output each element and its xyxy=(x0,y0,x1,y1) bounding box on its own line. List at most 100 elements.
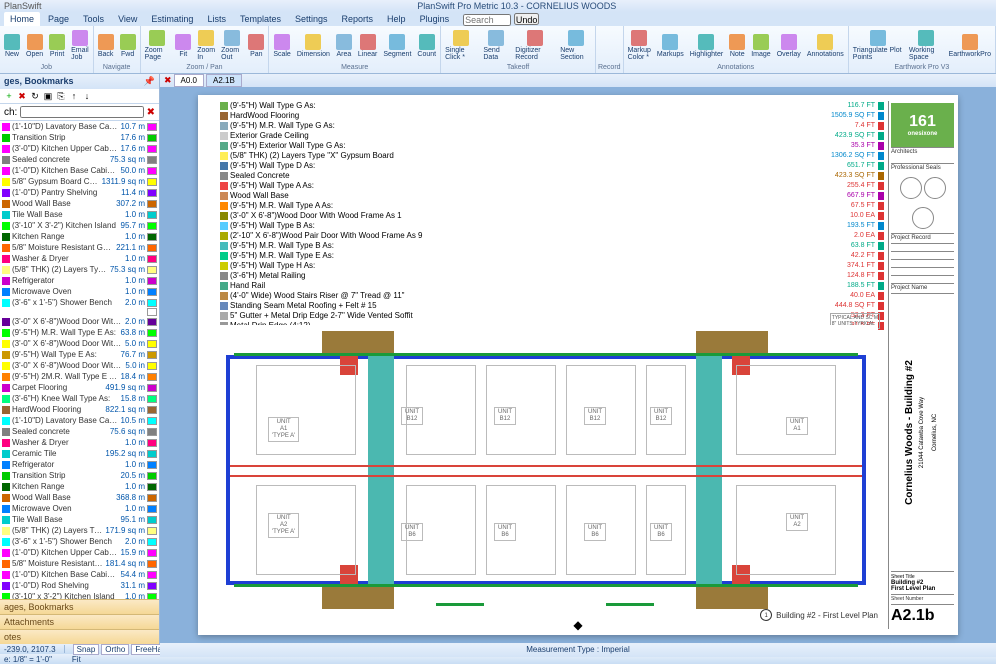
delete-icon[interactable]: ✖ xyxy=(17,91,27,101)
list-item[interactable]: Tile Wall Base1.0 m xyxy=(0,209,159,220)
list-item[interactable]: 5/8" Gypsum Board Ceiling1311.9 sq m xyxy=(0,176,159,187)
ribbon-print-button[interactable]: Print xyxy=(47,33,67,59)
list-item[interactable]: Kitchen Range1.0 m xyxy=(0,231,159,242)
add-icon[interactable]: + xyxy=(4,91,14,101)
list-item[interactable]: (3'-6"H) Knee Wall Type As:15.8 m xyxy=(0,393,159,404)
canvas[interactable]: 36.00 x 24.00 (9'-5"H) Wall Type G As:Ha… xyxy=(160,87,996,643)
ribbon-zoom-out-button[interactable]: Zoom Out xyxy=(219,29,244,62)
page-tab-A2.1B[interactable]: A2.1B xyxy=(206,74,242,87)
ribbon-area-button[interactable]: Area xyxy=(334,33,354,59)
ribbon-tab-view[interactable]: View xyxy=(112,12,143,26)
ribbon-count-button[interactable]: Count xyxy=(415,33,438,59)
side-tab-otes[interactable]: otes xyxy=(0,629,159,644)
snap-snap-button[interactable]: Snap xyxy=(73,644,100,655)
list-item[interactable]: (3'-10" X 3'-2") Kitchen Island95.7 m xyxy=(0,220,159,231)
ribbon-pan-button[interactable]: Pan xyxy=(246,33,266,59)
page-tab-A0.0[interactable]: A0.0 xyxy=(174,74,204,87)
list-item[interactable]: Ceramic Tile195.2 sq m xyxy=(0,448,159,459)
ribbon-email-job-button[interactable]: Email Job xyxy=(69,29,91,62)
list-item[interactable]: (1'-10"D) Lavatory Base Cabinet ...10.5 … xyxy=(0,415,159,426)
list-item[interactable]: Microwave Oven1.0 m xyxy=(0,503,159,514)
list-item[interactable]: Refrigerator1.0 m xyxy=(0,459,159,470)
ribbon-zoom-in-button[interactable]: Zoom In xyxy=(195,29,217,62)
ribbon-single-click--button[interactable]: Single Click * xyxy=(443,29,479,62)
list-item[interactable]: Washer & Dryer1.0 m xyxy=(0,437,159,448)
ribbon-new-section-button[interactable]: New Section xyxy=(558,29,593,62)
list-item[interactable]: Carpet Flooring491.9 sq m xyxy=(0,382,159,393)
list-item[interactable]: (3'-10" x 3'-2") Kitchen Island1.0 m xyxy=(0,591,159,599)
tab-close-icon[interactable]: ✖ xyxy=(164,75,172,86)
list-item[interactable]: (1'-0"D) Rod Shelving31.1 m xyxy=(0,580,159,591)
ribbon-back-button[interactable]: Back xyxy=(96,33,116,59)
ribbon-scale-button[interactable]: Scale xyxy=(271,33,293,59)
list-item[interactable]: (5/8" THK) (2) Layers Type "X"...75.3 sq… xyxy=(0,264,159,275)
ribbon-annotations-button[interactable]: Annotations xyxy=(805,33,846,59)
ribbon-digitizer-record-button[interactable]: Digitizer Record xyxy=(513,29,556,62)
undo-button[interactable]: Undo xyxy=(514,13,540,25)
list-item[interactable]: Wood Wall Base307.2 m xyxy=(0,198,159,209)
side-tab-ages-bookmarks[interactable]: ages, Bookmarks xyxy=(0,599,159,614)
ribbon-highlighter-button[interactable]: Highlighter xyxy=(688,33,725,59)
ribbon-markup-color--button[interactable]: Markup Color * xyxy=(626,29,653,62)
pin-icon[interactable]: 📌 xyxy=(144,76,155,87)
ribbon-triangulate-plot-points-button[interactable]: Triangulate Plot Points xyxy=(851,29,905,62)
list-item[interactable]: Wood Wall Base368.8 m xyxy=(0,492,159,503)
sidebar-list[interactable]: (1'-10"D) Lavatory Base Cabinet ...10.7 … xyxy=(0,121,159,599)
list-item[interactable]: (9'-5"H) M.R. Wall Type E As:63.8 m xyxy=(0,327,159,338)
ribbon-tab-estimating[interactable]: Estimating xyxy=(145,12,199,26)
list-item[interactable]: Transition Strip20.5 m xyxy=(0,470,159,481)
list-item[interactable]: (1'-10"D) Lavatory Base Cabinet ...10.7 … xyxy=(0,121,159,132)
ribbon-image-button[interactable]: Image xyxy=(749,33,772,59)
ribbon-open-button[interactable]: Open xyxy=(24,33,45,59)
ribbon-search-input[interactable] xyxy=(463,14,511,26)
list-item[interactable]: Kitchen Range1.0 m xyxy=(0,481,159,492)
ribbon-tab-home[interactable]: Home xyxy=(4,12,40,26)
ribbon-earthworkpro-button[interactable]: EarthworkPro xyxy=(947,33,993,59)
list-item[interactable]: (1'-0"D) Kitchen Upper Cabinet15.9 m xyxy=(0,547,159,558)
refresh-icon[interactable]: ↻ xyxy=(30,91,40,101)
list-item[interactable]: (3'-0" X 6'-8")Wood Door With Wo...2.0 m xyxy=(0,316,159,327)
ribbon-note-button[interactable]: Note xyxy=(727,33,747,59)
expand-icon[interactable]: ▣ xyxy=(43,91,53,101)
list-item[interactable]: 5/8" Moisture Resistant Gyps...221.1 m xyxy=(0,242,159,253)
ribbon-new-button[interactable]: New xyxy=(2,33,22,59)
ribbon-fwd-button[interactable]: Fwd xyxy=(118,33,138,59)
list-item[interactable]: (5/8" THK) (2) Layers Type "X"...171.9 s… xyxy=(0,525,159,536)
list-item[interactable]: HardWood Flooring822.1 sq m xyxy=(0,404,159,415)
ribbon-working-space-button[interactable]: Working Space xyxy=(907,29,945,62)
list-item[interactable]: (3'-6" x 1'-5") Shower Bench2.0 m xyxy=(0,536,159,547)
ribbon-linear-button[interactable]: Linear xyxy=(356,33,379,59)
ribbon-overlay-button[interactable]: Overlay xyxy=(775,33,803,59)
ribbon-tab-page[interactable]: Page xyxy=(42,12,75,26)
ribbon-tab-plugins[interactable]: Plugins xyxy=(414,12,456,26)
ribbon-tab-tools[interactable]: Tools xyxy=(77,12,110,26)
clear-icon[interactable]: ✖ xyxy=(147,107,155,118)
ribbon-fit-button[interactable]: Fit xyxy=(173,33,193,59)
sidebar-search-input[interactable] xyxy=(20,106,143,118)
list-item[interactable]: (3'-0"D) Kitchen Upper Cabinet17.6 m xyxy=(0,143,159,154)
list-item[interactable]: Sealed concrete75.3 sq m xyxy=(0,154,159,165)
list-item[interactable]: (3'-0" X 6'-8")Wood Door With Wo...5.0 m xyxy=(0,338,159,349)
ribbon-tab-settings[interactable]: Settings xyxy=(289,12,334,26)
list-item[interactable]: (1'-0"D) Pantry Shelving11.4 m xyxy=(0,187,159,198)
list-item[interactable]: (3'-0" X 6'-8")Wood Door With Wo...5.0 i… xyxy=(0,360,159,371)
list-item[interactable]: (9'-5"H) 2M.R. Wall Type E As:18.4 m xyxy=(0,371,159,382)
list-item[interactable]: (1'-0"D) Kitchen Base Cabinet S.C.54.4 m xyxy=(0,569,159,580)
list-item[interactable]: Sealed concrete75.6 sq m xyxy=(0,426,159,437)
list-item[interactable]: 5/8" Moisture Resistant Gyps...181.4 sq … xyxy=(0,558,159,569)
copy-icon[interactable]: ⎘ xyxy=(56,91,66,101)
list-item[interactable]: (3'-6" x 1'-5") Shower Bench2.0 m xyxy=(0,297,159,308)
list-item[interactable]: Microwave Oven1.0 m xyxy=(0,286,159,297)
list-item[interactable]: (9'-5"H) Wall Type E As:76.7 m xyxy=(0,349,159,360)
ribbon-zoom-page-button[interactable]: Zoom Page xyxy=(143,29,172,62)
ribbon-tab-reports[interactable]: Reports xyxy=(336,12,380,26)
list-item[interactable]: Refrigerator1.0 m xyxy=(0,275,159,286)
ribbon-dimension-button[interactable]: Dimension xyxy=(295,33,332,59)
list-item[interactable]: Transition Strip17.6 m xyxy=(0,132,159,143)
list-item[interactable]: Tile Wall Base95.1 m xyxy=(0,514,159,525)
list-item[interactable]: Washer & Dryer1.0 m xyxy=(0,253,159,264)
ribbon-tab-templates[interactable]: Templates xyxy=(234,12,287,26)
snap-ortho-button[interactable]: Ortho xyxy=(101,644,129,655)
ribbon-tab-help[interactable]: Help xyxy=(381,12,412,26)
side-tab-attachments[interactable]: Attachments xyxy=(0,614,159,629)
